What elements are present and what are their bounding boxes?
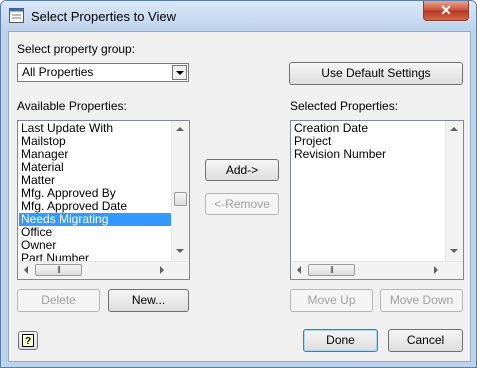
cancel-button[interactable]: Cancel [388,329,463,352]
window-title: Select Properties to View [31,9,176,24]
available-horizontal-scrollbar[interactable]: ||| [18,261,189,279]
new-button[interactable]: New... [108,289,189,312]
dialog-body: Select property group: All Properties Us… [8,31,471,362]
available-vertical-scrollbar[interactable] [171,121,189,261]
scroll-down-icon[interactable] [450,249,458,253]
selected-vertical-scrollbar[interactable] [445,121,463,261]
help-button[interactable]: ? [18,331,38,350]
scroll-thumb[interactable]: ||| [308,264,355,276]
done-button[interactable]: Done [303,329,378,352]
scroll-right-icon[interactable] [434,266,438,274]
selected-items: Creation Date Project Revision Number [292,122,386,161]
property-group-dropdown[interactable]: All Properties [17,63,189,82]
available-properties-label: Available Properties: [17,99,127,113]
scroll-thumb[interactable]: ||| [35,264,82,276]
scroll-grip-icon: ||| [57,266,61,274]
property-group-value: All Properties [22,65,94,79]
chevron-down-icon [176,71,184,75]
move-down-button[interactable]: Move Down [380,289,463,312]
move-up-button[interactable]: Move Up [290,289,373,312]
remove-button[interactable]: <-Remove [205,193,279,215]
help-icon: ? [22,334,34,347]
list-item[interactable]: Revision Number [292,148,386,161]
scroll-thumb[interactable] [174,192,187,206]
close-button[interactable]: ✕ [423,1,469,21]
available-items: Last Update With Mailstop Manager Materi… [19,122,171,265]
scroll-grip-icon: ||| [330,266,334,274]
add-button[interactable]: Add-> [205,159,279,181]
selected-horizontal-scrollbar[interactable]: ||| [291,261,463,279]
use-default-settings-button[interactable]: Use Default Settings [289,62,463,85]
available-properties-list[interactable]: Last Update With Mailstop Manager Materi… [17,120,190,280]
scroll-up-icon[interactable] [450,127,458,131]
selected-properties-list[interactable]: Creation Date Project Revision Number ||… [290,120,464,280]
close-icon: ✕ [440,2,452,18]
property-group-label: Select property group: [17,42,136,56]
scroll-left-icon[interactable] [24,266,28,274]
app-icon [9,8,24,23]
scroll-right-icon[interactable] [160,266,164,274]
dropdown-button[interactable] [172,65,187,80]
scroll-up-icon[interactable] [176,127,184,131]
delete-button[interactable]: Delete [17,289,100,312]
selected-properties-label: Selected Properties: [290,99,399,113]
scroll-down-icon[interactable] [176,249,184,253]
scroll-left-icon[interactable] [297,266,301,274]
dialog-window: Select Properties to View ✕ Select prope… [0,0,477,368]
title-bar[interactable]: Select Properties to View ✕ [1,1,476,31]
